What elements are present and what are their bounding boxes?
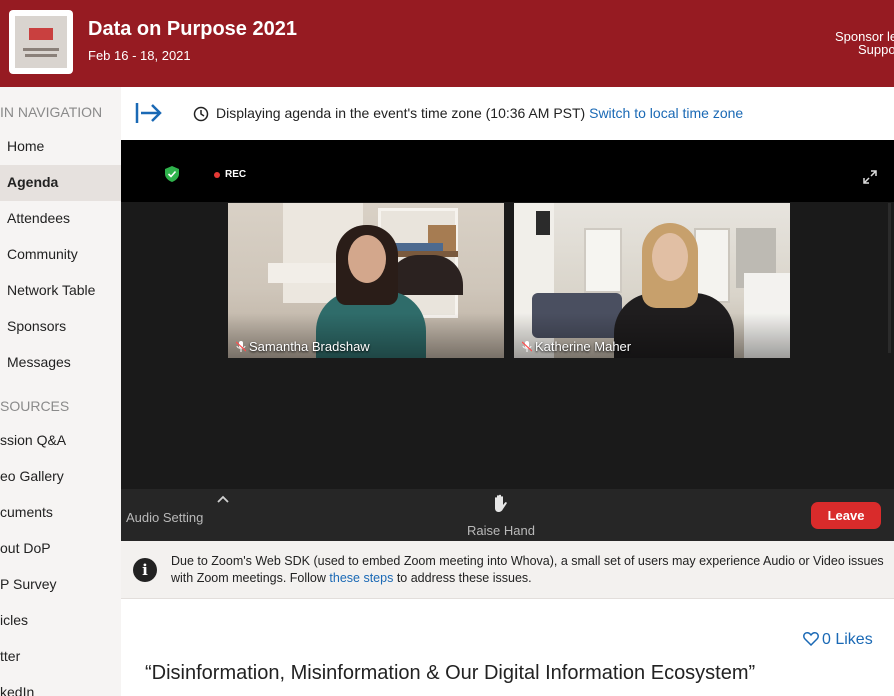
sidebar-item-label: Messages — [7, 354, 71, 370]
sidebar: IN NAVIGATION Home Agenda Attendees Comm… — [0, 87, 121, 696]
timezone-bar: Displaying agenda in the event's time zo… — [121, 87, 894, 140]
sidebar-item-label: Agenda — [7, 174, 59, 190]
microphone-muted-icon — [236, 341, 246, 352]
sidebar-item-sponsors[interactable]: Sponsors — [0, 309, 121, 345]
participant-name: Katherine Maher — [535, 339, 632, 354]
chevron-up-icon[interactable] — [217, 495, 229, 503]
these-steps-link[interactable]: these steps — [329, 571, 393, 585]
sidebar-item-label: Attendees — [7, 210, 71, 226]
sidebar-item-home[interactable]: Home — [0, 129, 121, 165]
sidebar-item-twitter[interactable]: tter — [0, 639, 121, 675]
raise-hand-icon[interactable] — [491, 494, 509, 514]
sidebar-item-label: cuments — [0, 504, 53, 520]
recording-label: REC — [225, 169, 247, 180]
sidebar-nav-heading: IN NAVIGATION — [0, 104, 103, 120]
sidebar-item-label: P Survey — [0, 576, 57, 592]
session-title: “Disinformation, Misinformation & Our Di… — [145, 662, 756, 684]
event-logo-image — [15, 16, 67, 68]
sponsor-link[interactable]: Sponsor le Suppo — [835, 30, 894, 56]
clock-icon — [193, 106, 209, 122]
sidebar-item-label: out DoP — [0, 540, 51, 556]
info-icon: i — [133, 558, 157, 582]
sidebar-item-dop-survey[interactable]: P Survey — [0, 567, 121, 603]
sidebar-item-video-gallery[interactable]: eo Gallery — [0, 459, 121, 495]
video-top-bar: REC — [121, 140, 894, 202]
likes-button[interactable]: 0 Likes — [803, 631, 873, 649]
sidebar-item-session-qa[interactable]: ssion Q&A — [0, 423, 121, 459]
raise-hand-button[interactable]: Raise Hand — [467, 523, 535, 538]
participant-video-tile[interactable]: Katherine Maher — [514, 203, 790, 358]
notice-text-after: to address these issues. — [396, 571, 532, 585]
recording-dot-icon — [214, 172, 220, 178]
timezone-message: Displaying agenda in the event's time zo… — [216, 105, 743, 121]
leave-button[interactable]: Leave — [811, 502, 881, 529]
sidebar-item-label: ssion Q&A — [0, 432, 67, 448]
notice-text: Due to Zoom's Web SDK (used to embed Zoo… — [171, 553, 886, 587]
sidebar-item-attendees[interactable]: Attendees — [0, 201, 121, 237]
video-edge — [888, 203, 891, 353]
sidebar-item-articles[interactable]: icles — [0, 603, 121, 639]
sidebar-item-label: Community — [7, 246, 78, 262]
participant-video-tile[interactable]: Samantha Bradshaw — [228, 203, 504, 358]
event-logo[interactable] — [9, 10, 73, 74]
expand-sidebar-icon[interactable] — [135, 101, 163, 125]
sidebar-item-label: Home — [7, 138, 45, 154]
event-dates: Feb 16 - 18, 2021 — [88, 48, 191, 63]
fullscreen-icon[interactable] — [863, 170, 877, 184]
sponsor-line-2: Suppo — [858, 42, 894, 57]
switch-timezone-link[interactable]: Switch to local time zone — [589, 105, 743, 121]
zoom-video-player: REC Samantha Bradshaw Katherine Maher Au… — [121, 140, 894, 541]
participant-name: Samantha Bradshaw — [249, 339, 370, 354]
sidebar-item-messages[interactable]: Messages — [0, 345, 121, 381]
event-title: Data on Purpose 2021 — [88, 18, 297, 40]
sidebar-item-about-dop[interactable]: out DoP — [0, 531, 121, 567]
video-controls-bar: Audio Setting Raise Hand Leave — [121, 489, 894, 541]
participant-name-label: Samantha Bradshaw — [236, 339, 370, 354]
sidebar-item-label: icles — [0, 612, 29, 628]
microphone-muted-icon — [522, 341, 532, 352]
likes-count: 0 Likes — [822, 631, 873, 648]
sidebar-resources-heading: SOURCES — [0, 398, 70, 414]
sidebar-item-label: kedIn — [0, 684, 35, 696]
shield-check-icon[interactable] — [165, 166, 179, 182]
sidebar-item-linkedin[interactable]: kedIn — [0, 675, 121, 696]
timezone-text: Displaying agenda in the event's time zo… — [216, 105, 586, 121]
zoom-notice-banner: i Due to Zoom's Web SDK (used to embed Z… — [121, 541, 894, 599]
sidebar-item-label: eo Gallery — [0, 468, 64, 484]
sidebar-item-label: tter — [0, 648, 21, 664]
sidebar-item-label: Network Table — [7, 282, 96, 298]
app-header: Data on Purpose 2021 Feb 16 - 18, 2021 S… — [0, 0, 894, 87]
participant-name-label: Katherine Maher — [522, 339, 631, 354]
sidebar-item-agenda[interactable]: Agenda — [0, 165, 121, 201]
sidebar-item-community[interactable]: Community — [0, 237, 121, 273]
sidebar-item-documents[interactable]: cuments — [0, 495, 121, 531]
audio-setting-button[interactable]: Audio Setting — [126, 510, 203, 525]
sidebar-item-network-table[interactable]: Network Table — [0, 273, 121, 309]
sidebar-item-label: Sponsors — [7, 318, 67, 334]
heart-icon — [803, 631, 819, 646]
